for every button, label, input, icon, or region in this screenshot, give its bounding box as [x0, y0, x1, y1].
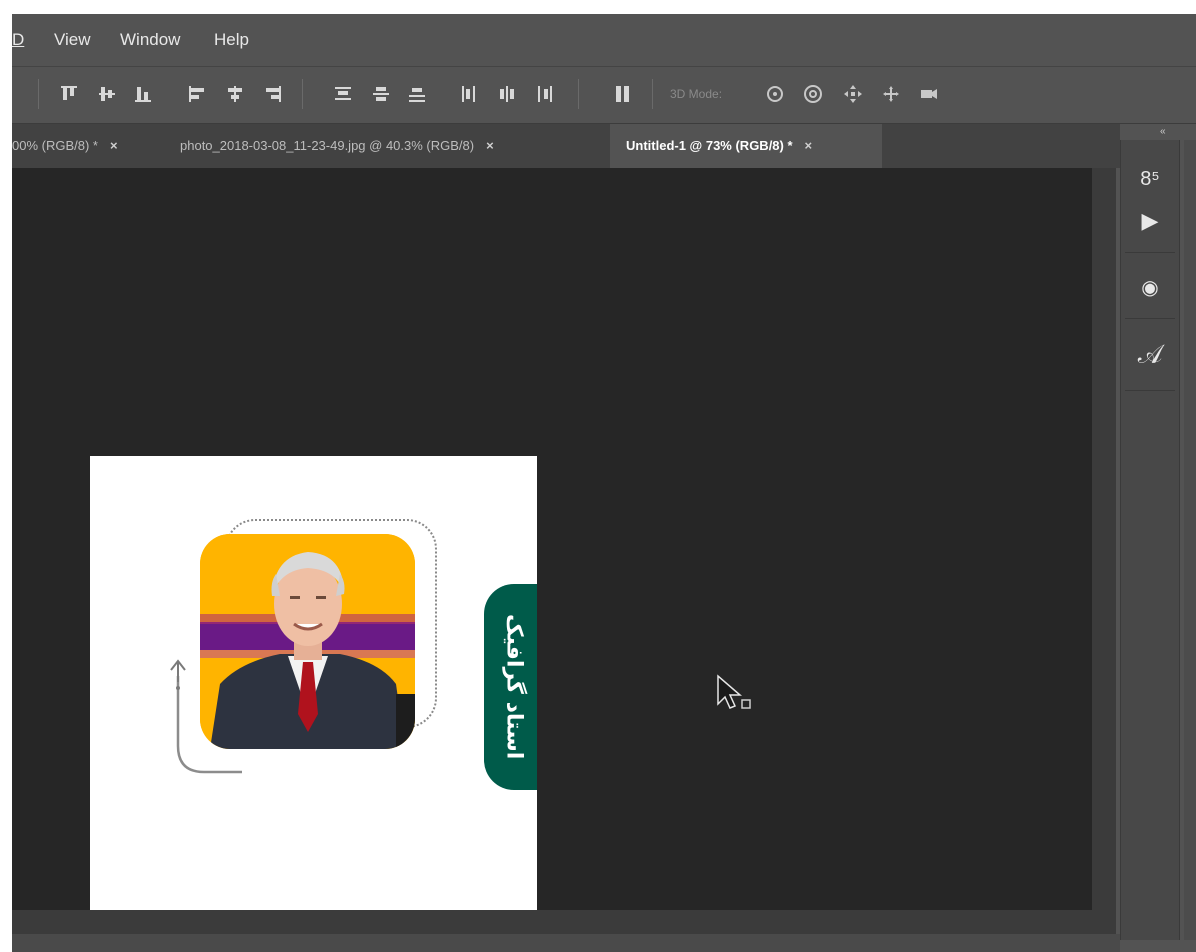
- menu-window[interactable]: Window: [120, 30, 180, 50]
- mouse-cursor-icon: [717, 674, 751, 709]
- close-icon[interactable]: ×: [805, 138, 813, 153]
- drag-3d-icon[interactable]: [842, 83, 864, 105]
- orbit-3d-icon[interactable]: [764, 83, 786, 105]
- menu-3d[interactable]: D: [12, 30, 24, 50]
- panel-separator: [1125, 252, 1175, 253]
- options-bar: 3D Mode:: [12, 66, 1196, 124]
- align-vertical-centers-icon[interactable]: [96, 83, 118, 105]
- auto-align-icon[interactable]: [612, 83, 634, 105]
- menu-bar: D View Window Help: [12, 14, 1196, 66]
- options-separator: [652, 79, 653, 109]
- canvas-workspace[interactable]: استاد گرافیک: [12, 168, 1092, 929]
- vertical-label-tab[interactable]: استاد گرافیک: [484, 584, 537, 790]
- distribute-hcenter-icon[interactable]: [496, 83, 518, 105]
- options-separator: [578, 79, 579, 109]
- distribute-vcenter-icon[interactable]: [370, 83, 392, 105]
- screen-left-margin: [0, 14, 12, 952]
- align-right-edges-icon[interactable]: [262, 83, 284, 105]
- distribute-right-icon[interactable]: [534, 83, 556, 105]
- character-icon[interactable]: 𝒜: [1121, 326, 1179, 384]
- align-horizontal-centers-icon[interactable]: [224, 83, 246, 105]
- tab-label: Untitled-1 @ 73% (RGB/8) *: [626, 138, 793, 153]
- tab-label: photo_2018-03-08_11-23-49.jpg @ 40.3% (R…: [180, 138, 475, 153]
- slide-3d-icon[interactable]: [880, 83, 902, 105]
- right-panel-dock: « 8⁵ ▶ ◉ 𝒜: [1120, 124, 1196, 952]
- vertical-scrollbar[interactable]: [1092, 168, 1116, 934]
- panel-icon-column: 8⁵ ▶ ◉ 𝒜: [1120, 140, 1180, 940]
- properties-icon[interactable]: ◉: [1121, 258, 1179, 316]
- photoshop-window: D View Window Help 3D Mode: 00% (RGB/8) …: [12, 14, 1196, 952]
- status-bar: [12, 934, 1122, 952]
- screen-top-margin: [0, 0, 1196, 14]
- roll-3d-icon[interactable]: [802, 83, 824, 105]
- tab-label: 00% (RGB/8) *: [12, 138, 98, 153]
- tab-document-2[interactable]: photo_2018-03-08_11-23-49.jpg @ 40.3% (R…: [180, 124, 600, 168]
- expanded-panel-edge: [1184, 140, 1196, 940]
- 3d-mode-label: 3D Mode:: [670, 87, 723, 101]
- scale-3d-icon[interactable]: [918, 83, 940, 105]
- distribute-bottom-icon[interactable]: [406, 83, 428, 105]
- close-icon[interactable]: ×: [110, 138, 118, 153]
- options-separator: [38, 79, 39, 109]
- menu-help[interactable]: Help: [214, 30, 249, 50]
- distribute-top-icon[interactable]: [332, 83, 354, 105]
- panel-separator: [1125, 318, 1175, 319]
- menu-view[interactable]: View: [54, 30, 91, 50]
- collapse-panels-icon[interactable]: «: [1160, 126, 1166, 137]
- tab-untitled-1[interactable]: Untitled-1 @ 73% (RGB/8) * ×: [610, 124, 882, 168]
- options-separator: [302, 79, 303, 109]
- align-bottom-edges-icon[interactable]: [132, 83, 154, 105]
- vertical-label-text: استاد گرافیک: [501, 614, 527, 760]
- play-actions-icon[interactable]: ▶: [1121, 192, 1179, 250]
- align-left-edges-icon[interactable]: [186, 83, 208, 105]
- close-icon[interactable]: ×: [486, 138, 494, 153]
- tab-document-1[interactable]: 00% (RGB/8) * ×: [12, 124, 164, 168]
- align-top-edges-icon[interactable]: [58, 83, 80, 105]
- corner-arrow-icon: [170, 659, 242, 774]
- document-tabs: 00% (RGB/8) * × photo_2018-03-08_11-23-49…: [12, 124, 1120, 168]
- document-canvas[interactable]: استاد گرافیک: [90, 456, 537, 929]
- horizontal-scrollbar[interactable]: [12, 910, 1092, 934]
- distribute-left-icon[interactable]: [458, 83, 480, 105]
- panel-separator: [1125, 390, 1175, 391]
